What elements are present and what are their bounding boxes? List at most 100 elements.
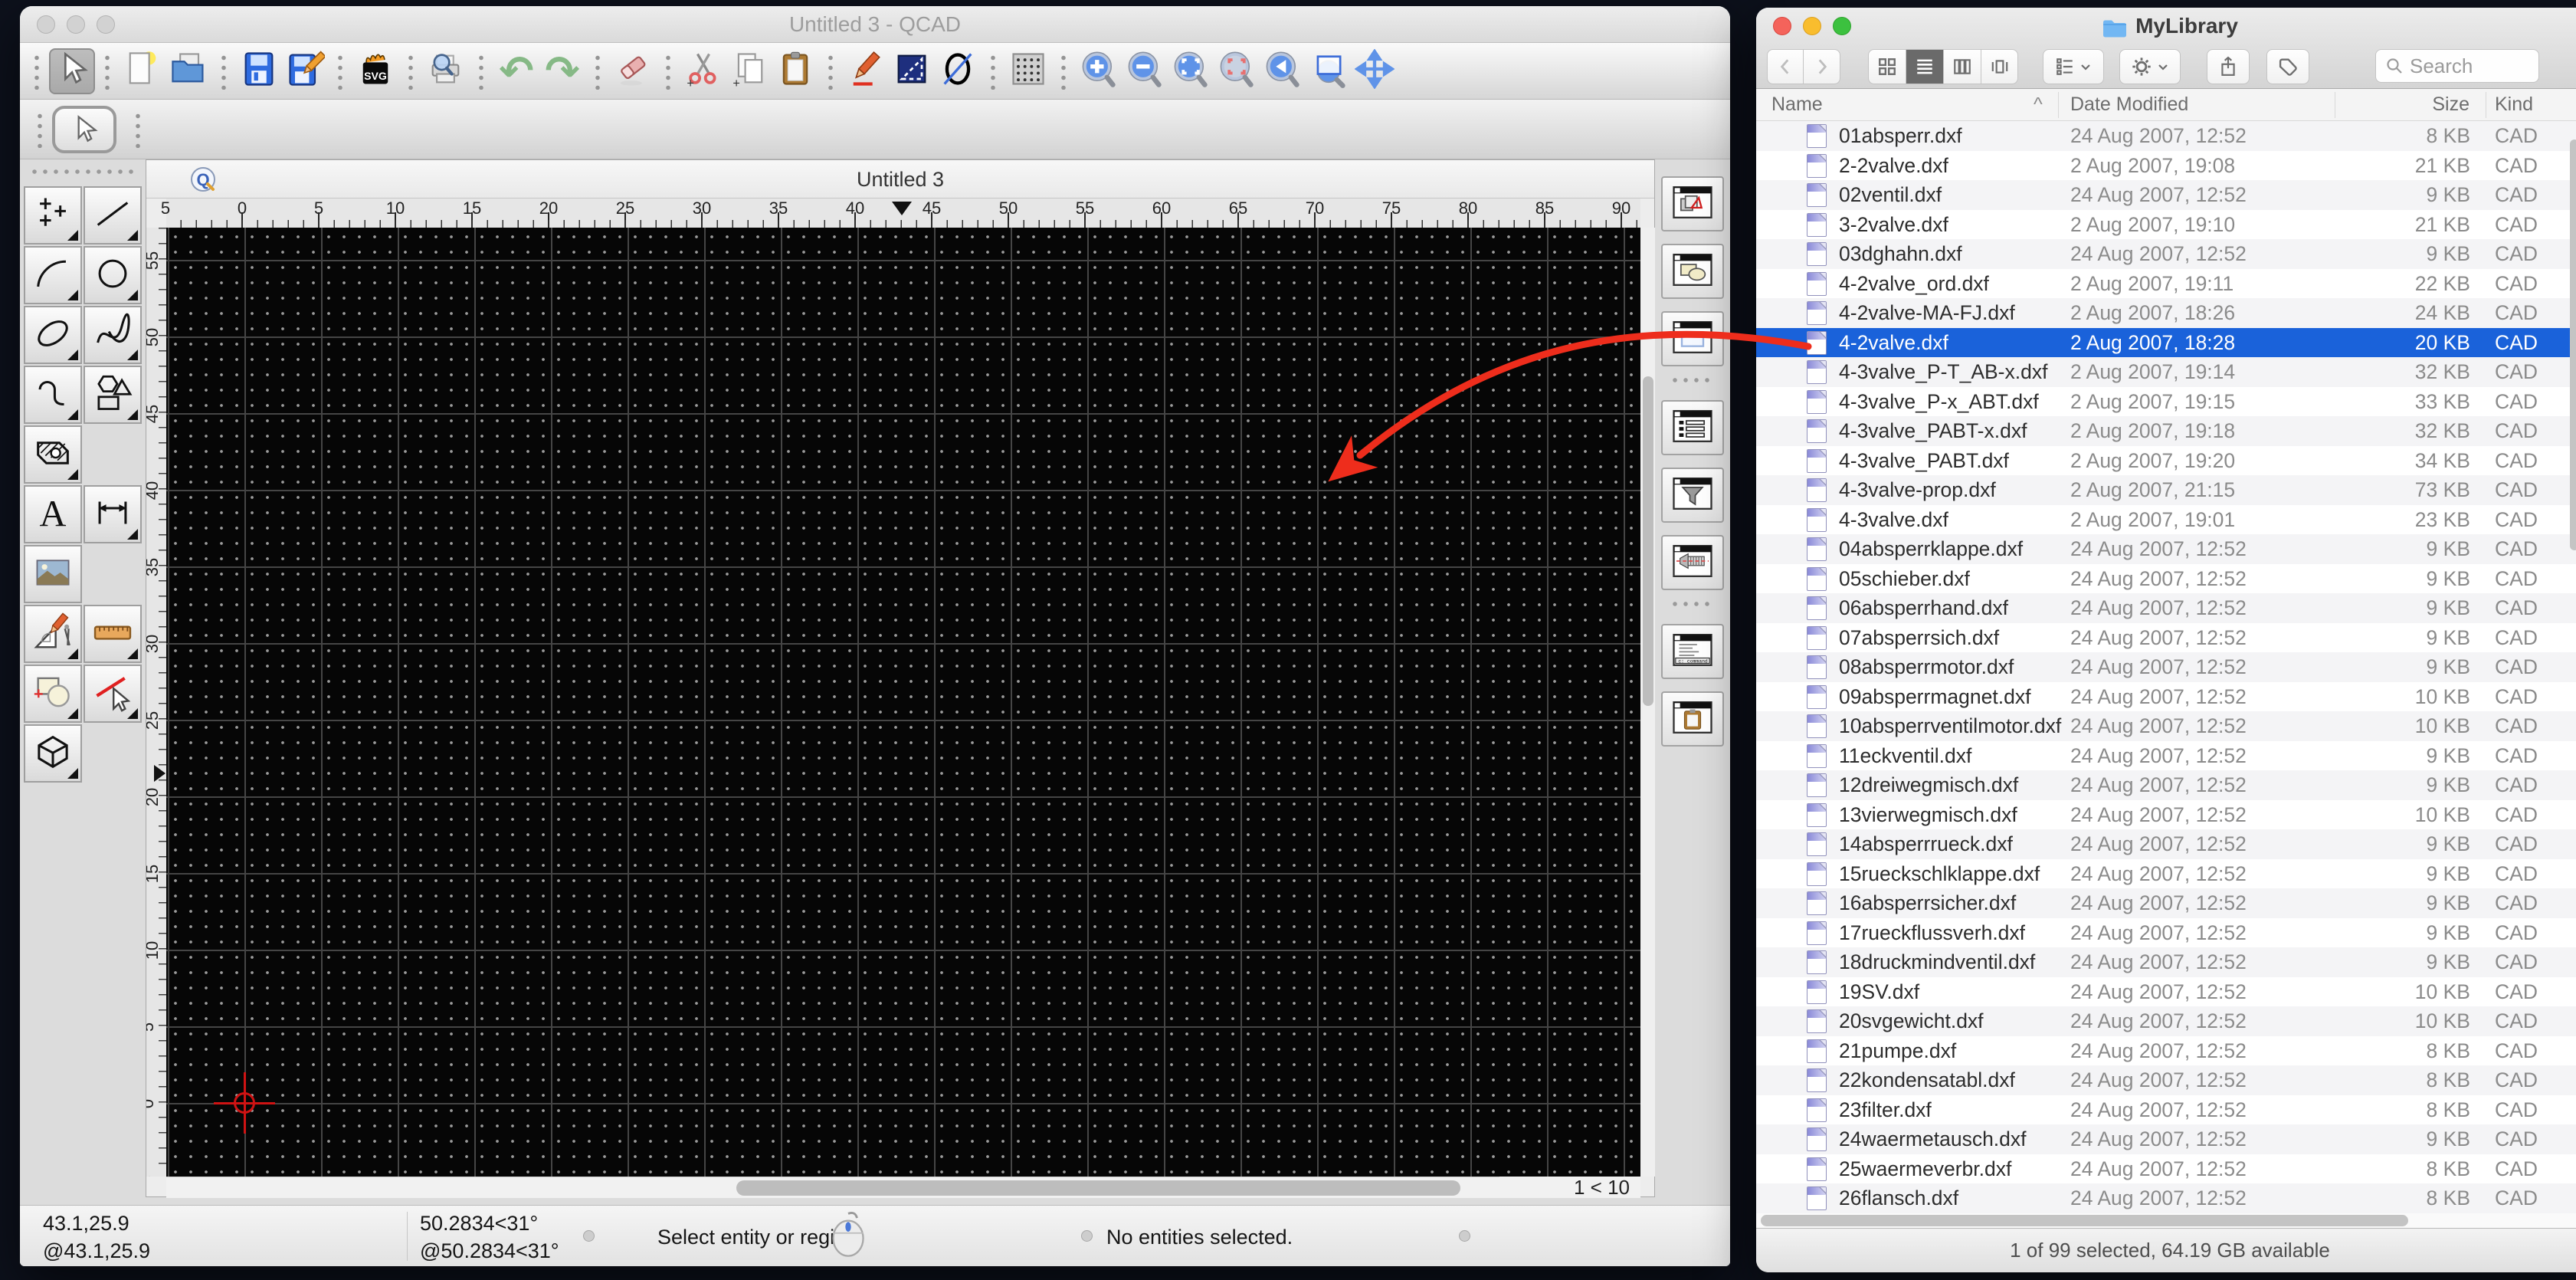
preview-panel-panel-button[interactable] — [1661, 311, 1724, 366]
file-row[interactable]: 4-2valve-MA-FJ.dxf 2 Aug 2007, 18:26 24 … — [1756, 298, 2576, 328]
file-row[interactable]: 4-3valve-prop.dxf 2 Aug 2007, 21:15 73 K… — [1756, 475, 2576, 505]
column-divider[interactable] — [2058, 92, 2059, 118]
save-as-button[interactable] — [282, 48, 328, 94]
file-row[interactable]: 23filter.dxf 24 Aug 2007, 12:52 8 KB CAD — [1756, 1095, 2576, 1125]
vscrollbar-thumb[interactable] — [1643, 376, 1653, 706]
hatch-tool-button[interactable] — [24, 425, 82, 484]
list-hscrollbar[interactable] — [1756, 1213, 2576, 1228]
command-line-panel-button[interactable]: c: command — [1661, 624, 1724, 679]
paste-button[interactable] — [772, 48, 818, 94]
save-button[interactable] — [236, 48, 282, 94]
toolbar-grip[interactable] — [665, 52, 671, 90]
column-header-size[interactable]: Size — [2335, 94, 2469, 116]
drawing-canvas[interactable] — [166, 228, 1640, 1177]
toolbar-grip[interactable] — [337, 52, 343, 90]
spline-tools-button[interactable] — [84, 306, 142, 364]
file-row[interactable]: 18druckmindventil.dxf 24 Aug 2007, 12:52… — [1756, 947, 2576, 977]
tags-button[interactable] — [2266, 49, 2309, 84]
draw-pencil-button[interactable] — [843, 48, 889, 94]
file-row[interactable]: 25waermeverbr.dxf 24 Aug 2007, 12:52 8 K… — [1756, 1154, 2576, 1184]
file-row[interactable]: 12dreiwegmisch.dxf 24 Aug 2007, 12:52 9 … — [1756, 770, 2576, 800]
file-row[interactable]: 24waermetausch.dxf 24 Aug 2007, 12:52 9 … — [1756, 1124, 2576, 1154]
column-header-name[interactable]: Name — [1771, 94, 1823, 116]
file-row[interactable]: 11eckventil.dxf 24 Aug 2007, 12:52 9 KB … — [1756, 741, 2576, 771]
file-row[interactable]: 22kondensatabl.dxf 24 Aug 2007, 12:52 8 … — [1756, 1065, 2576, 1095]
solid-tools-button[interactable] — [24, 724, 82, 783]
file-row[interactable]: 4-3valve_PABT.dxf 2 Aug 2007, 19:20 34 K… — [1756, 446, 2576, 476]
document-tab-title[interactable]: Untitled 3 — [146, 168, 1654, 192]
arc-tools-button[interactable] — [24, 246, 82, 304]
file-row[interactable]: 16absperrsicher.dxf 24 Aug 2007, 12:52 9… — [1756, 888, 2576, 918]
file-row[interactable]: 4-2valve.dxf 2 Aug 2007, 18:28 20 KB CAD — [1756, 327, 2576, 357]
hscrollbar-thumb[interactable] — [736, 1180, 1460, 1196]
ellipse-tools-button[interactable] — [24, 306, 82, 364]
toolbar-grip[interactable] — [828, 52, 834, 90]
arrange-menu-button[interactable] — [2043, 49, 2104, 84]
file-row[interactable]: 4-2valve_ord.dxf 2 Aug 2007, 19:11 22 KB… — [1756, 269, 2576, 299]
toolbar-grip[interactable] — [34, 52, 40, 90]
toolbar-grip[interactable] — [478, 52, 484, 90]
redo-button[interactable]: ↷ — [539, 48, 585, 94]
canvas-hscrollbar[interactable] — [166, 1177, 1499, 1198]
file-row[interactable]: 04absperrklappe.dxf 24 Aug 2007, 12:52 9… — [1756, 534, 2576, 564]
point-tools-button[interactable] — [24, 186, 82, 245]
block-list-panel-button[interactable] — [1661, 244, 1724, 299]
layer-list-panel-button[interactable] — [1661, 176, 1724, 231]
grid-toggle-button[interactable] — [1005, 48, 1051, 94]
toolbar-grip[interactable] — [104, 52, 110, 90]
file-row[interactable]: 07absperrsich.dxf 24 Aug 2007, 12:52 9 K… — [1756, 623, 2576, 653]
library-browser-panel-button[interactable] — [1661, 400, 1724, 455]
file-row[interactable]: 19SV.dxf 24 Aug 2007, 12:52 10 KB CAD — [1756, 977, 2576, 1007]
file-row[interactable]: 15rueckschlklappe.dxf 24 Aug 2007, 12:52… — [1756, 859, 2576, 889]
selection-pointer-button[interactable] — [49, 48, 95, 94]
column-header-date[interactable]: Date Modified — [2070, 94, 2188, 116]
copy-button[interactable]: + — [726, 48, 772, 94]
search-field[interactable]: Search — [2375, 49, 2539, 83]
pan-zoom-button[interactable] — [1352, 48, 1398, 94]
file-row[interactable]: 4-3valve.dxf 2 Aug 2007, 19:01 23 KB CAD — [1756, 505, 2576, 535]
column-header-kind[interactable]: Kind — [2495, 94, 2533, 116]
file-row[interactable]: 01absperr.dxf 24 Aug 2007, 12:52 8 KB CA… — [1756, 121, 2576, 151]
shape-tools-button[interactable] — [84, 366, 142, 424]
back-button[interactable] — [1767, 49, 1804, 84]
file-row[interactable]: 02ventil.dxf 24 Aug 2007, 12:52 9 KB CAD — [1756, 180, 2576, 210]
measure-tools-button[interactable] — [84, 605, 142, 663]
dimension-tools-button[interactable] — [84, 485, 142, 543]
column-view-button[interactable] — [1943, 49, 1981, 84]
toolbar-grip[interactable] — [408, 52, 414, 90]
file-row[interactable]: 20svgewicht.dxf 24 Aug 2007, 12:52 10 KB… — [1756, 1006, 2576, 1036]
hscrollbar-thumb[interactable] — [1761, 1215, 2408, 1226]
clipboard-panel-panel-button[interactable] — [1661, 691, 1724, 747]
list-vscrollbar-thumb[interactable] — [2570, 139, 2576, 550]
file-row[interactable]: 4-3valve_P-T_AB-x.dxf 2 Aug 2007, 19:14 … — [1756, 357, 2576, 387]
polyline-tools-button[interactable] — [24, 366, 82, 424]
text-tool-button[interactable]: A — [24, 485, 82, 543]
list-view-button[interactable] — [1906, 49, 1943, 84]
canvas-vscrollbar[interactable] — [1640, 228, 1656, 1177]
file-row[interactable]: 09absperrmagnet.dxf 24 Aug 2007, 12:52 1… — [1756, 682, 2576, 712]
undo-button[interactable]: ↶ — [493, 48, 539, 94]
snap-tools-button[interactable] — [24, 665, 82, 723]
selection-filter-panel-button[interactable] — [1661, 468, 1724, 523]
line-tools-button[interactable] — [84, 186, 142, 245]
toolbar-grip[interactable] — [1060, 52, 1067, 90]
erase-button[interactable] — [610, 48, 656, 94]
file-row[interactable]: 08absperrmotor.dxf 24 Aug 2007, 12:52 9 … — [1756, 652, 2576, 682]
file-row[interactable]: 10absperrventilmotor.dxf 24 Aug 2007, 12… — [1756, 711, 2576, 741]
toolbar-grip[interactable] — [221, 52, 227, 90]
zoom-window-button[interactable] — [1306, 48, 1352, 94]
auto-zoom-button[interactable] — [1168, 48, 1214, 94]
file-row[interactable]: 03dghahn.dxf 24 Aug 2007, 12:52 9 KB CAD — [1756, 239, 2576, 269]
file-row[interactable]: 13vierwegmisch.dxf 24 Aug 2007, 12:52 10… — [1756, 800, 2576, 830]
ellipse-slash-button[interactable] — [935, 48, 981, 94]
file-row[interactable]: 4-3valve_PABT-x.dxf 2 Aug 2007, 19:18 32… — [1756, 416, 2576, 446]
previous-view-button[interactable] — [1260, 48, 1306, 94]
file-row[interactable]: 21pumpe.dxf 24 Aug 2007, 12:52 8 KB CAD — [1756, 1036, 2576, 1066]
file-row[interactable]: 06absperrhand.dxf 24 Aug 2007, 12:52 9 K… — [1756, 593, 2576, 623]
action-menu-button[interactable] — [2119, 49, 2181, 84]
toolbar-grip[interactable] — [990, 52, 996, 90]
toolbar-grip[interactable] — [135, 110, 141, 148]
file-row[interactable]: 4-3valve_P-x_ABT.dxf 2 Aug 2007, 19:15 3… — [1756, 387, 2576, 417]
file-row[interactable]: 05schieber.dxf 24 Aug 2007, 12:52 9 KB C… — [1756, 564, 2576, 594]
circle-tools-button[interactable] — [84, 246, 142, 304]
